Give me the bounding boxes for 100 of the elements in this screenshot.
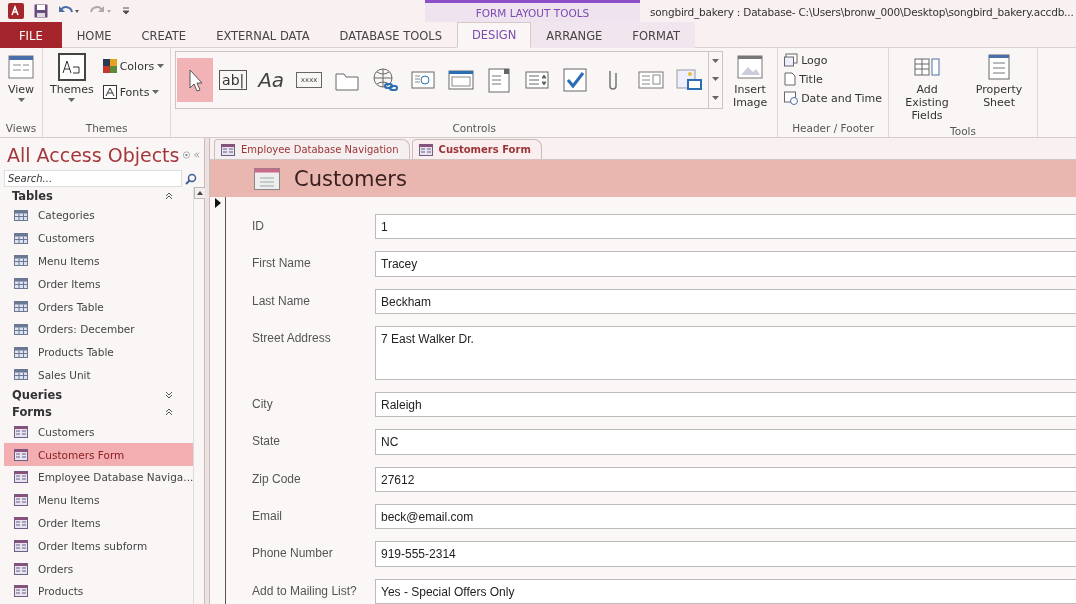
calendar-clock-icon	[784, 91, 799, 105]
control-tool-button[interactable]: Aa	[253, 58, 290, 102]
checkbox-icon	[561, 66, 590, 94]
nav-item[interactable]: Orders	[4, 557, 194, 580]
nav-item[interactable]: Employee Database Naviga...	[4, 465, 194, 489]
field-input[interactable]: NC	[375, 429, 1076, 455]
ribbon-tab[interactable]: FORMAT	[617, 22, 695, 48]
themes-icon	[57, 53, 86, 81]
nav-item[interactable]: Menu Items	[4, 488, 194, 512]
document-tab[interactable]: Employee Database Navigation	[214, 139, 410, 159]
current-record-icon	[214, 198, 221, 208]
fonts-button[interactable]: Fonts	[100, 83, 167, 101]
nav-item[interactable]: Orders Table	[4, 295, 194, 318]
view-icon	[7, 53, 35, 81]
nav-item[interactable]: Sales Unit	[4, 363, 194, 387]
group-label: Tools	[949, 124, 977, 139]
label-icon: Aa	[258, 68, 285, 92]
table-icon	[14, 278, 28, 290]
nav-item[interactable]: Products Table	[4, 340, 194, 364]
caret-icon	[152, 89, 160, 95]
table-icon	[14, 255, 28, 267]
form-icon	[14, 471, 28, 484]
form-icon	[14, 516, 28, 529]
insert-image-button[interactable]: Insert Image	[727, 51, 774, 112]
field-label: Zip Code	[252, 470, 302, 486]
field-label: First Name	[252, 255, 312, 271]
caret-icon	[712, 77, 720, 83]
nav-item[interactable]: Menu Items	[4, 249, 194, 273]
field-label: Phone Number	[252, 545, 334, 561]
nav-item[interactable]: Orders: December	[4, 318, 194, 341]
nav-item[interactable]: Customers	[4, 226, 194, 250]
dropdown-icon	[183, 149, 191, 161]
caret-icon	[712, 96, 720, 102]
field-input[interactable]: Raleigh	[375, 391, 1076, 418]
field-input[interactable]: 7 East Walker Dr.	[375, 326, 1076, 380]
ribbon-tab[interactable]: EXTERNAL DATA	[201, 22, 325, 48]
customize-icon	[122, 6, 130, 16]
tools-button[interactable]: Add Existing Fields	[893, 51, 962, 125]
contextual-tab-header: FORM LAYOUT TOOLS	[475, 6, 590, 19]
control-tool-button[interactable]	[177, 58, 214, 102]
form-icon	[14, 585, 28, 598]
ribbon-tab[interactable]: DATABASE TOOLS	[324, 22, 457, 48]
field-label: City	[252, 395, 274, 411]
field-label: State	[252, 433, 282, 449]
caret-icon	[17, 98, 25, 104]
field-input[interactable]: beck@email.com	[375, 503, 1076, 530]
table-icon	[14, 323, 28, 335]
colors-button[interactable]: Colors	[100, 57, 167, 75]
table-icon	[14, 346, 28, 358]
form-icon	[221, 143, 235, 156]
search-icon	[185, 172, 197, 185]
queries-group-header[interactable]: Queries	[4, 386, 194, 404]
group-label: Header / Footer	[791, 122, 875, 136]
form-icon	[418, 143, 433, 156]
field-input[interactable]: 1	[375, 214, 1076, 240]
header-footer-button[interactable]: Date and Time	[782, 89, 885, 107]
form-title: Customers	[294, 166, 407, 191]
field-input[interactable]: Beckham	[375, 288, 1076, 315]
font-icon	[102, 85, 117, 99]
ribbon-tab[interactable]: DESIGN	[457, 22, 532, 48]
image-icon	[736, 53, 765, 81]
caret-icon	[712, 58, 720, 64]
ribbon-tab[interactable]: HOME	[61, 22, 127, 48]
nav-group-header[interactable]: Forms	[4, 403, 194, 421]
ribbon-tab[interactable]: FILE	[0, 22, 62, 48]
field-input[interactable]: 919-555-2314	[375, 541, 1076, 567]
nav-item[interactable]: Customers	[4, 420, 194, 444]
view-button[interactable]: View	[4, 51, 38, 106]
color-swatch-icon	[102, 59, 117, 73]
nav-item[interactable]: Order Items	[4, 272, 194, 296]
themes-button[interactable]: Themes	[47, 51, 97, 106]
ribbon-tab[interactable]: CREATE	[126, 22, 202, 48]
table-icon	[14, 369, 28, 381]
table-icon	[14, 301, 28, 313]
header-footer-button[interactable]: Logo	[782, 51, 885, 69]
field-input[interactable]: Tracey	[375, 251, 1076, 277]
table-icon	[14, 232, 28, 244]
nav-item[interactable]: Customers Form	[4, 443, 194, 466]
app-logo-icon	[8, 3, 24, 19]
page-icon	[784, 72, 797, 86]
field-input[interactable]: 27612	[375, 466, 1076, 492]
collapse-icon	[165, 191, 174, 200]
control-tool-button[interactable]: ab|	[215, 58, 252, 102]
picture-icon	[784, 53, 799, 67]
collapse-pane-icon	[194, 150, 200, 160]
field-label: Add to Mailing List?	[252, 582, 358, 598]
field-input[interactable]: Yes - Special Offers Only	[375, 578, 1076, 604]
search-field[interactable]: Search...	[4, 170, 182, 187]
nav-item[interactable]: Order Items subform	[4, 534, 194, 558]
textbox-icon: ab|	[219, 70, 248, 90]
nav-item[interactable]: Order Items	[4, 511, 194, 535]
caret-icon	[157, 63, 165, 69]
nav-group-header[interactable]: Tables	[4, 187, 194, 204]
tools-button[interactable]: Property Sheet	[965, 51, 1034, 112]
nav-item[interactable]: Products	[4, 579, 194, 603]
nav-item[interactable]: Categories	[4, 204, 194, 227]
form-icon	[14, 448, 28, 461]
ribbon-tab[interactable]: ARRANGE	[531, 22, 618, 48]
header-footer-button[interactable]: Title	[782, 70, 885, 88]
document-tab[interactable]: Customers Form	[411, 139, 542, 159]
